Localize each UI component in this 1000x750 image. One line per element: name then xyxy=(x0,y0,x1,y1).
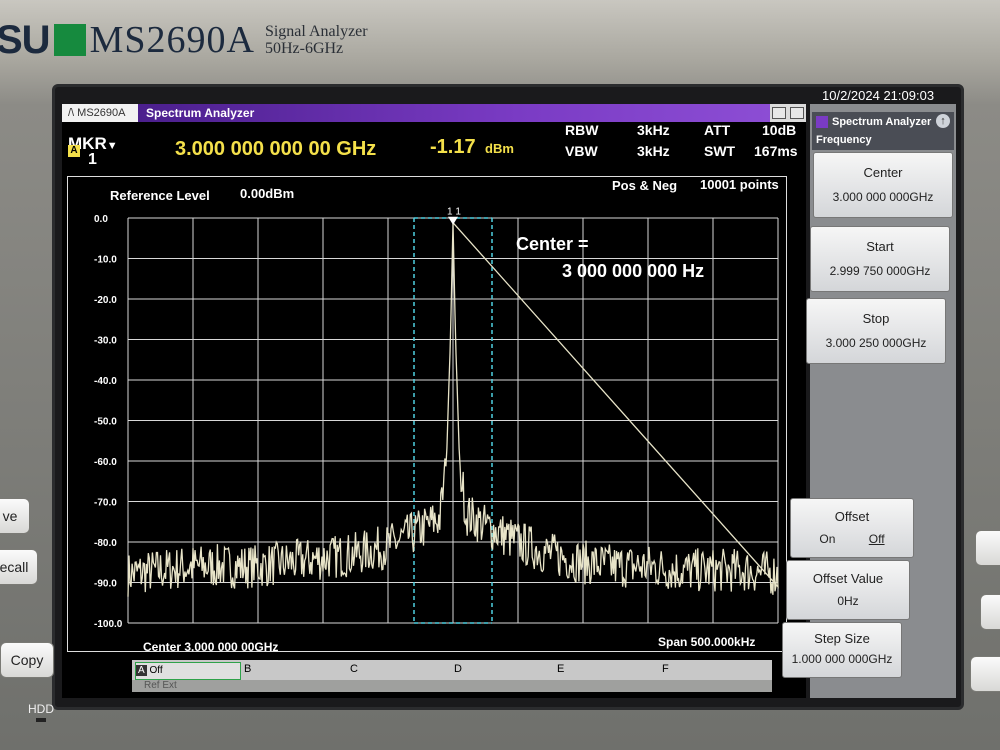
detector-mode: Pos & Neg xyxy=(612,178,678,193)
step-size-label: Step Size xyxy=(814,631,870,646)
marker-frequency: 3.000 000 000 00 GHz xyxy=(175,138,377,160)
y-tick-label: -30.0 xyxy=(94,336,117,347)
brand-partial: SU xyxy=(0,17,51,62)
y-tick-label: -100.0 xyxy=(94,619,123,630)
marker-trace-badge: A xyxy=(68,145,80,157)
step-size-softkey[interactable]: Step Size 1.000 000 000GHz xyxy=(782,622,902,678)
rbw-value[interactable]: 3kHz xyxy=(637,122,670,138)
right-hardware-button-3[interactable] xyxy=(970,656,1000,692)
trace-tab-a-label: A xyxy=(136,665,147,676)
rbw-label: RBW xyxy=(565,122,599,138)
center-annotation-line2: 3 000 000 000 Hz xyxy=(562,261,705,281)
instrument-brand: SU MS2690A Signal Analyzer 50Hz-6GHz xyxy=(0,16,368,64)
trace-points: 10001 points xyxy=(700,177,779,192)
start-softkey[interactable]: Start 2.999 750 000GHz xyxy=(810,226,950,292)
y-tick-label: -70.0 xyxy=(94,498,117,509)
marker-number: 1 xyxy=(88,151,97,168)
description-line1: Signal Analyzer xyxy=(264,23,368,40)
y-tick-label: -20.0 xyxy=(94,295,117,306)
vbw-value[interactable]: 3kHz xyxy=(637,143,670,159)
trace-tab-c[interactable]: C xyxy=(350,663,358,675)
att-value[interactable]: 10dB xyxy=(762,122,796,138)
side-panel-header: Spectrum Analyzer ↑ Frequency xyxy=(812,112,954,150)
status-bar: Ref Ext xyxy=(132,680,772,692)
stop-softkey-label: Stop xyxy=(862,311,890,326)
y-tick-label: -60.0 xyxy=(94,457,117,468)
trace-tab-e[interactable]: E xyxy=(557,663,564,675)
copy-hardware-button[interactable]: Copy xyxy=(0,642,54,678)
minimize-button[interactable] xyxy=(772,107,786,119)
y-tick-label: -40.0 xyxy=(94,376,117,387)
offset-on-option: On xyxy=(819,532,836,546)
att-label: ATT xyxy=(704,122,731,138)
offset-value-value: 0Hz xyxy=(837,594,859,608)
side-panel-function: Frequency xyxy=(816,134,872,146)
brand-logo-square xyxy=(53,24,86,56)
offset-value-softkey[interactable]: Offset Value 0Hz xyxy=(786,560,910,620)
stop-softkey[interactable]: Stop 3.000 250 000GHz xyxy=(806,298,946,364)
right-hardware-button-1[interactable] xyxy=(975,530,1000,566)
center-softkey-value: 3.000 000 000GHz xyxy=(832,190,934,204)
y-tick-label: -50.0 xyxy=(94,417,117,428)
arrow-up-icon[interactable]: ↑ xyxy=(936,114,950,128)
marker-level-unit: dBm xyxy=(485,141,514,156)
analyzer-mode-icon xyxy=(816,116,828,128)
y-tick-label: 0.0 xyxy=(94,214,108,225)
marker-level: -1.17 xyxy=(430,136,476,158)
right-hardware-button-2[interactable] xyxy=(980,594,1000,630)
start-softkey-value: 2.999 750 000GHz xyxy=(829,264,931,278)
recall-hardware-button[interactable]: ecall xyxy=(0,549,38,585)
window-logo: /\ MS2690A xyxy=(62,104,138,122)
center-annotation-line1: Center = xyxy=(516,234,589,254)
center-softkey-label: Center xyxy=(863,165,903,180)
y-tick-label: -80.0 xyxy=(94,538,117,549)
window-title: Spectrum Analyzer xyxy=(138,104,770,122)
title-bar: /\ MS2690A Spectrum Analyzer xyxy=(62,104,806,122)
marker-diamond-icon xyxy=(448,216,458,225)
chevron-down-icon: ▼ xyxy=(106,140,118,152)
y-axis-ticks: 0.0 -10.0 -20.0 -30.0 -40.0 -50.0 -60.0 -70.0 -8… xyxy=(94,214,123,630)
offset-value-label: Offset Value xyxy=(812,571,884,586)
vbw-label: VBW xyxy=(565,143,598,159)
center-softkey[interactable]: Center 3.000 000 000GHz xyxy=(813,152,953,218)
step-size-value: 1.000 000 000GHz xyxy=(791,652,893,666)
side-panel-mode: Spectrum Analyzer xyxy=(832,116,932,128)
center-frequency-footer: Center 3.000 000 00GHz xyxy=(143,640,279,654)
offset-softkey[interactable]: Offset On Off xyxy=(790,498,914,558)
description-line2: 50Hz-6GHz xyxy=(264,40,344,57)
offset-off-option: Off xyxy=(868,532,885,546)
restore-button[interactable] xyxy=(790,107,804,119)
trace-tab-b[interactable]: B xyxy=(244,663,251,675)
swt-value[interactable]: 167ms xyxy=(754,143,798,159)
trace-tabs-bar: A Off B C D E F xyxy=(132,660,772,680)
hdd-indicator-led xyxy=(36,718,46,722)
save-hardware-button[interactable]: ve xyxy=(0,498,30,534)
swt-label: SWT xyxy=(704,143,736,159)
model-description: Signal Analyzer 50Hz-6GHz xyxy=(265,23,368,57)
reference-level-value[interactable]: 0.00dBm xyxy=(240,186,294,201)
datetime: 10/2/2024 21:09:03 xyxy=(822,88,935,103)
hdd-indicator-label: HDD xyxy=(28,702,54,716)
trace-tab-f[interactable]: F xyxy=(662,663,669,675)
y-tick-label: -10.0 xyxy=(94,255,117,266)
trace-tab-a-state: Off xyxy=(149,665,163,676)
start-softkey-label: Start xyxy=(866,239,894,254)
reference-status: Ref Ext xyxy=(144,680,177,691)
trace-tab-a[interactable]: A Off xyxy=(135,662,241,680)
marker-indicator xyxy=(448,216,458,225)
trace-tab-d[interactable]: D xyxy=(454,663,462,675)
stop-softkey-value: 3.000 250 000GHz xyxy=(825,336,927,350)
marker-tag: 1 1 xyxy=(447,207,461,218)
offset-softkey-label: Offset xyxy=(834,509,870,524)
model-name: MS2690A xyxy=(89,19,255,61)
span-footer: Span 500.000kHz xyxy=(658,635,756,649)
y-tick-label: -90.0 xyxy=(94,579,117,590)
